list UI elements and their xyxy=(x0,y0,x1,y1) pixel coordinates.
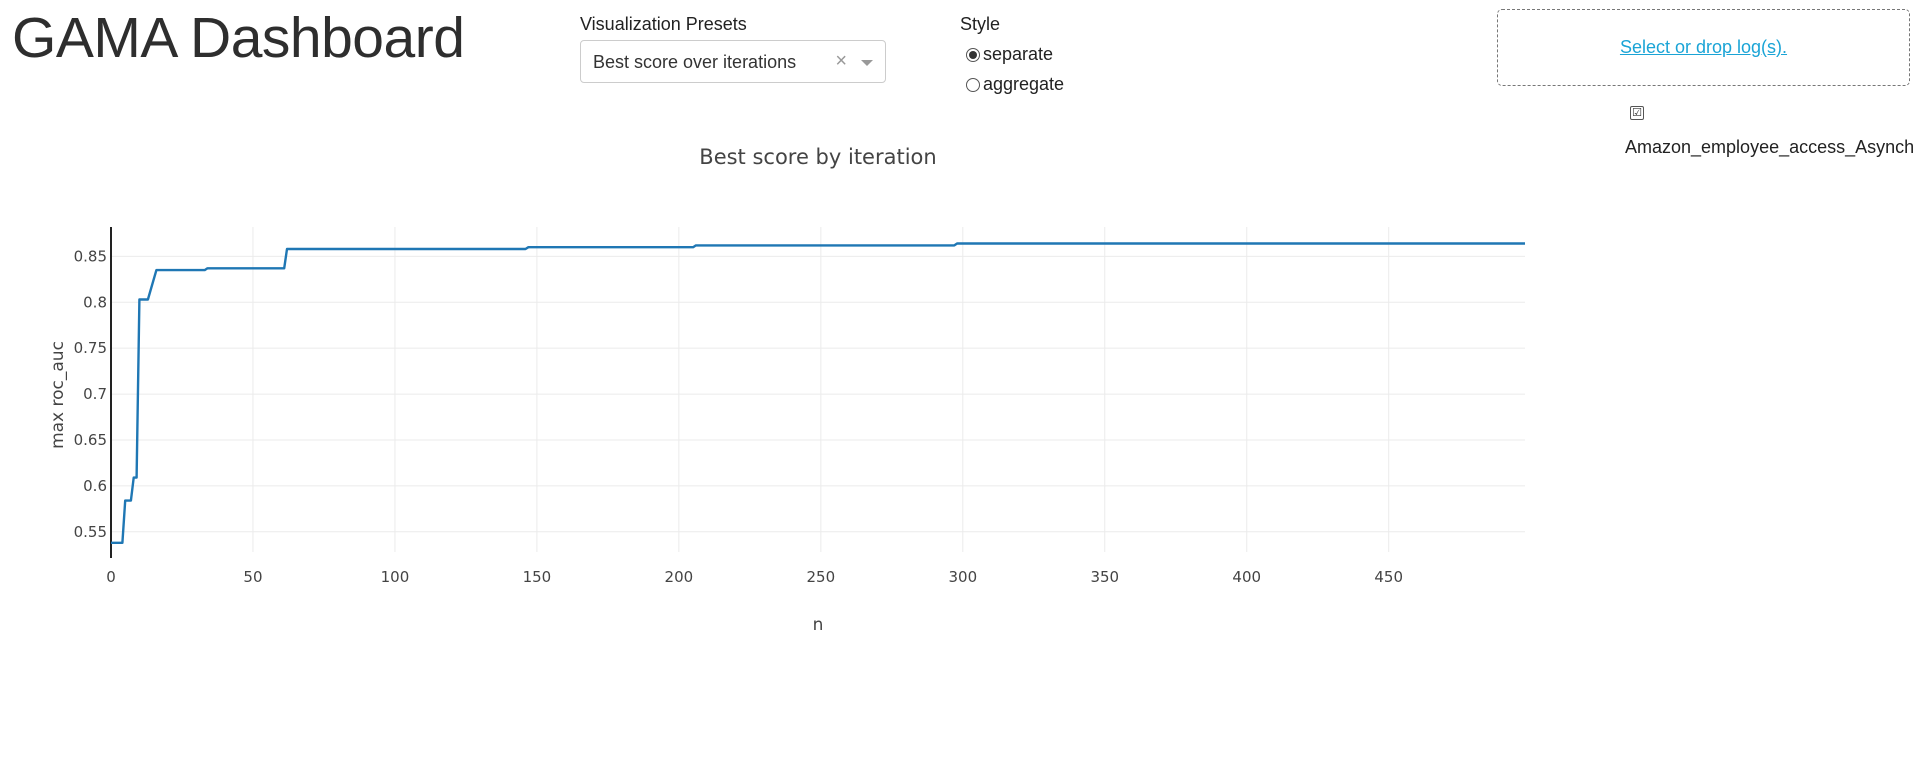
x-tick-label: 250 xyxy=(807,568,836,586)
log-checkbox[interactable]: ☑ xyxy=(1630,106,1644,120)
log-checkbox-label: Amazon_employee_access_Asynch xyxy=(1625,137,1915,157)
style-label: Style xyxy=(960,14,1001,34)
y-tick-label: 0.6 xyxy=(83,477,107,495)
radio-button-separate[interactable] xyxy=(966,47,980,62)
x-tick-label: 300 xyxy=(948,568,977,586)
chevron-down-icon[interactable] xyxy=(861,60,873,66)
style-radio-aggregate[interactable]: aggregate xyxy=(966,74,1064,95)
x-tick-label: 100 xyxy=(381,568,410,586)
presets-label: Visualization Presets xyxy=(580,14,747,34)
y-tick-label: 0.75 xyxy=(74,339,107,357)
presets-dropdown[interactable]: Best score over iterations × xyxy=(580,40,886,83)
presets-selected-value: Best score over iterations xyxy=(593,52,797,72)
x-tick-label: 50 xyxy=(243,568,262,586)
radio-label-aggregate: aggregate xyxy=(983,74,1065,94)
page-title: GAMA Dashboard xyxy=(12,6,465,70)
y-tick-label: 0.55 xyxy=(74,523,107,541)
x-tick-label: 400 xyxy=(1232,568,1261,586)
y-axis-label: max roc_auc xyxy=(48,341,68,449)
log-upload-dropzone[interactable]: Select or drop log(s). xyxy=(1497,9,1910,86)
x-tick-label: 200 xyxy=(665,568,694,586)
x-tick-label: 0 xyxy=(106,568,116,586)
clear-icon[interactable]: × xyxy=(835,50,847,73)
radio-button-aggregate[interactable] xyxy=(966,77,980,92)
y-tick-label: 0.65 xyxy=(74,431,107,449)
x-axis-label: n xyxy=(813,615,824,635)
select-logs-link[interactable]: Select or drop log(s). xyxy=(1620,37,1787,58)
style-radio-separate[interactable]: separate xyxy=(966,44,1053,65)
series-line xyxy=(111,242,1525,544)
y-tick-label: 0.7 xyxy=(83,385,107,403)
y-tick-label: 0.85 xyxy=(74,247,107,265)
chart-title: Best score by iteration xyxy=(699,145,936,169)
x-tick-label: 350 xyxy=(1090,568,1119,586)
radio-label-separate: separate xyxy=(983,44,1054,64)
x-tick-label: 150 xyxy=(523,568,552,586)
y-tick-label: 0.8 xyxy=(83,293,107,311)
x-tick-label: 450 xyxy=(1374,568,1403,586)
